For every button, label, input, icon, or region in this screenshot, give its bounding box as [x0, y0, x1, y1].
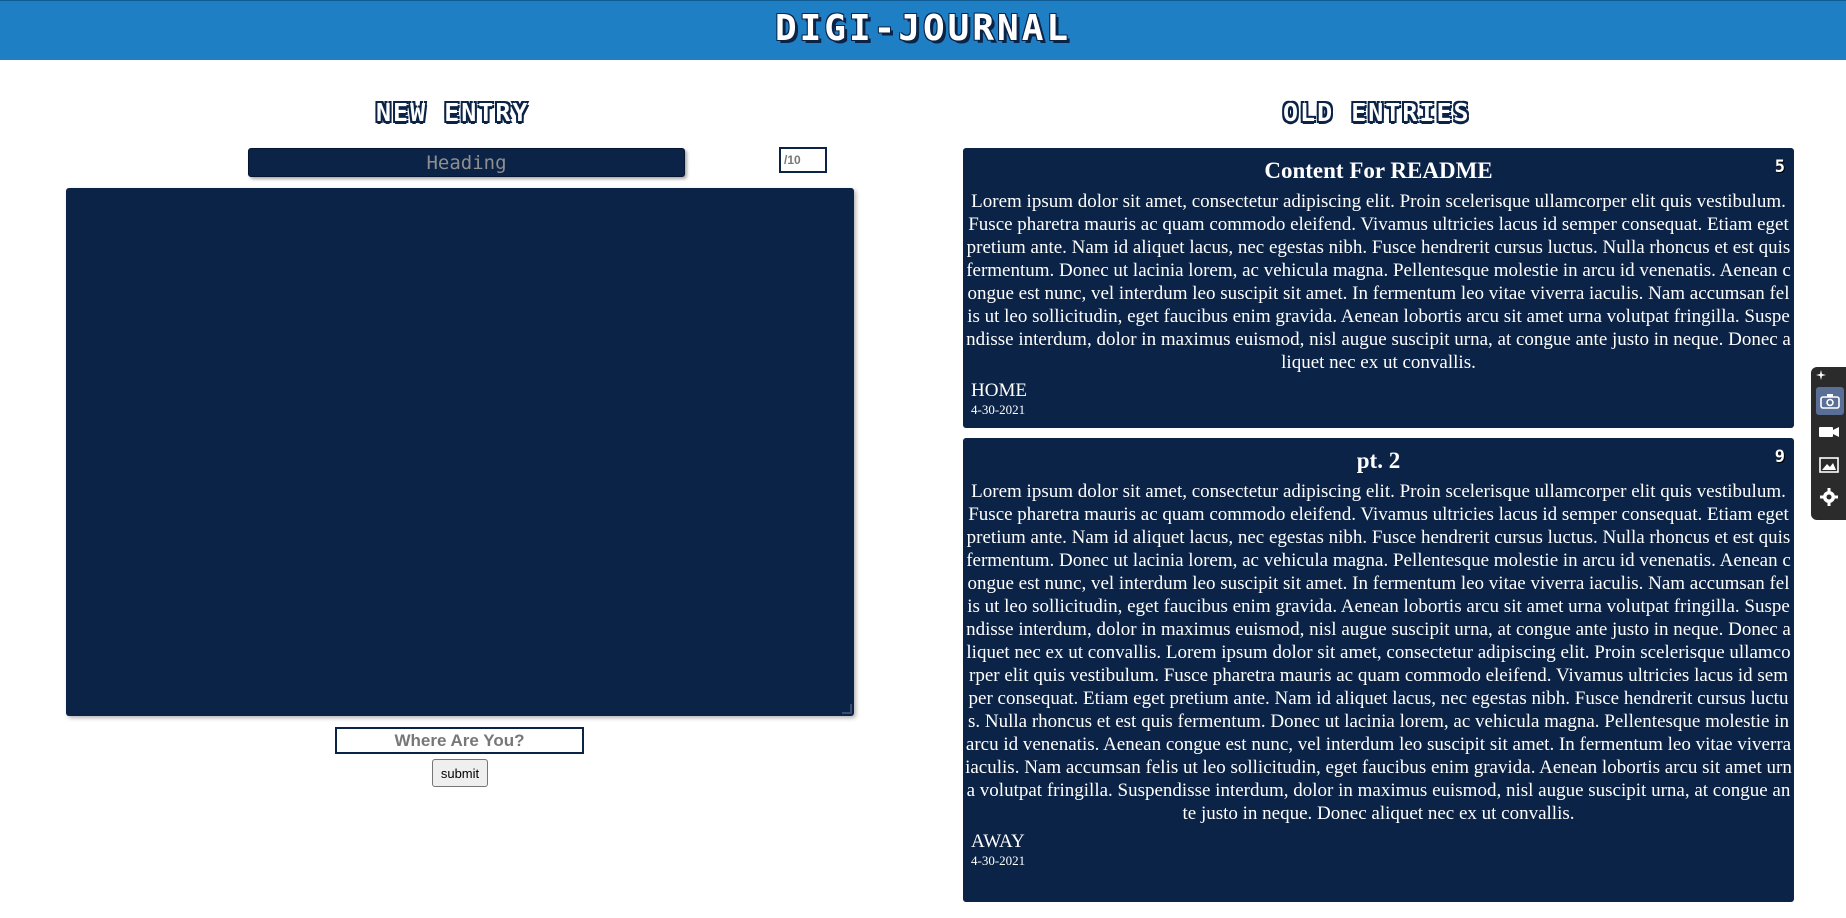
entry-body: Lorem ipsum dolor sit amet, consectetur …	[966, 191, 1791, 373]
app-title: DIGI-JOURNAL	[774, 8, 1072, 49]
submit-button[interactable]: submit	[432, 759, 488, 787]
entry-date: 4-30-2021	[971, 402, 1026, 417]
camera-icon[interactable]	[1816, 387, 1844, 415]
new-entry-title: NEW ENTRY	[376, 98, 530, 127]
entry-heading: pt. 2	[1356, 448, 1401, 473]
image-icon[interactable]	[1817, 453, 1841, 477]
entry-heading: Content For README	[1264, 158, 1493, 183]
rating-input[interactable]: /10	[779, 147, 827, 173]
location-input[interactable]: Where Are You?	[335, 727, 584, 754]
rating-placeholder: /10	[784, 153, 801, 167]
entry-location: HOME	[971, 380, 1027, 401]
header-bar: DIGI-JOURNAL	[0, 0, 1846, 60]
heading-placeholder: Heading	[426, 151, 507, 174]
entry-location: AWAY	[971, 831, 1025, 852]
location-placeholder: Where Are You?	[394, 730, 525, 750]
old-entries-title: OLD ENTRIES	[1283, 98, 1471, 127]
entry-card: 5 Content For README Lorem ipsum dolor s…	[963, 148, 1794, 428]
gear-icon[interactable]	[1817, 485, 1841, 509]
entry-body: Lorem ipsum dolor sit amet, consectetur …	[965, 481, 1792, 824]
resize-handle[interactable]	[842, 704, 852, 714]
side-toolbar	[1811, 367, 1846, 520]
pin-icon[interactable]	[1813, 367, 1829, 383]
entry-body-textarea[interactable]	[66, 188, 854, 716]
entry-date: 4-30-2021	[971, 853, 1026, 868]
entry-rating: 5	[1774, 157, 1785, 177]
entry-rating: 9	[1774, 447, 1785, 467]
entry-card: 9 pt. 2 Lorem ipsum dolor sit amet, cons…	[963, 438, 1794, 902]
video-icon[interactable]	[1817, 420, 1841, 444]
heading-input[interactable]: Heading	[248, 148, 685, 177]
